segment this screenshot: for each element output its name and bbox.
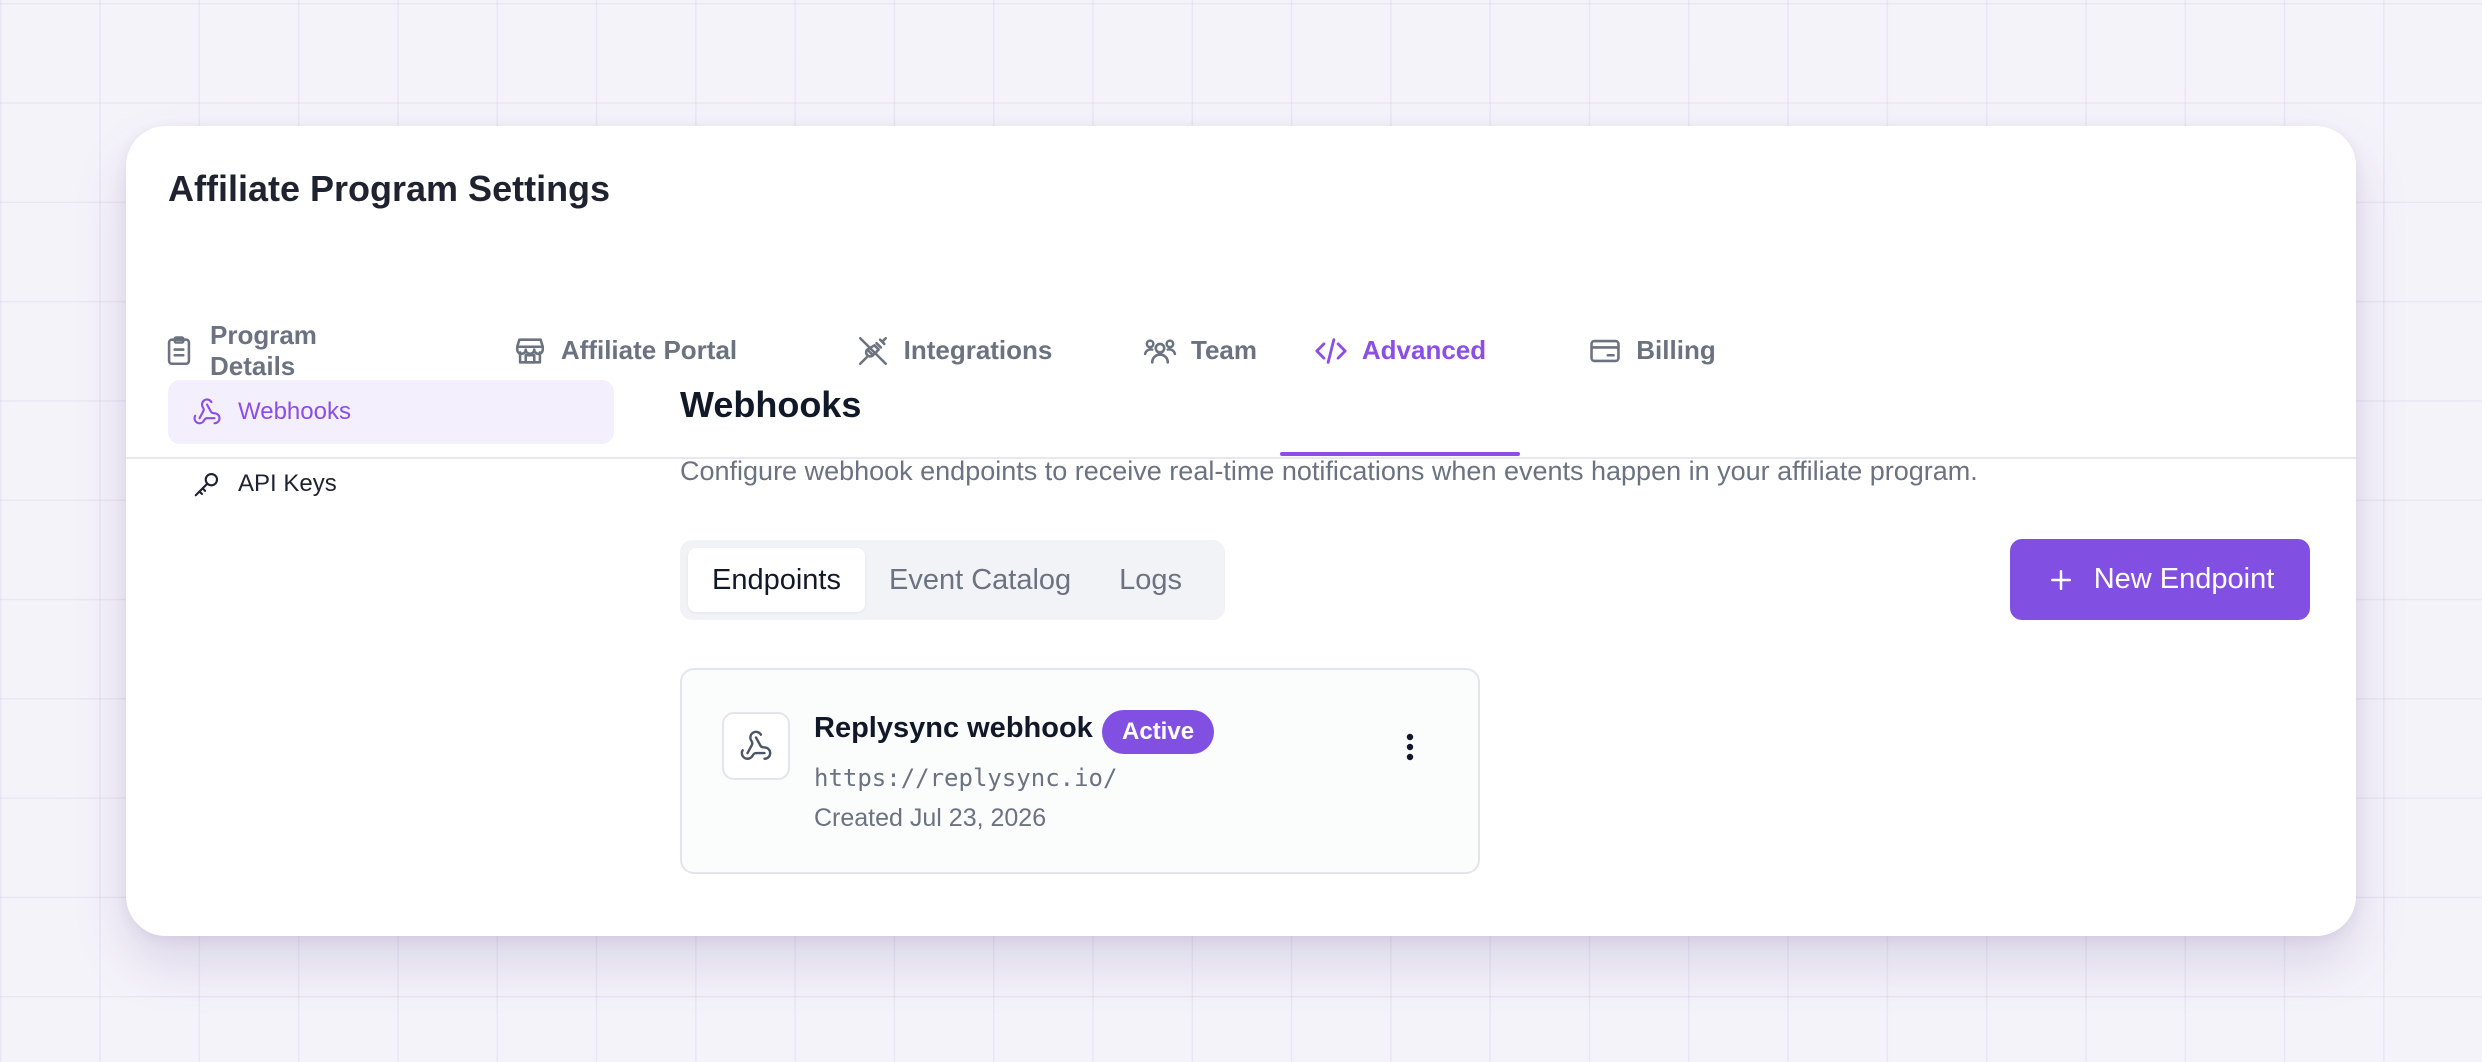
endpoint-card[interactable]: Replysync webhook Active https://replysy… (680, 668, 1480, 874)
key-icon (192, 469, 222, 499)
tab-label: Program Details (210, 319, 317, 381)
section-description: Configure webhook endpoints to receive r… (680, 456, 1978, 486)
tab-billing[interactable]: Billing (1558, 246, 1746, 455)
new-endpoint-label: New Endpoint (2093, 563, 2275, 595)
sidebar-item-label: Webhooks (238, 398, 351, 425)
tab-label: Billing (1636, 335, 1716, 365)
endpoint-icon-box (722, 712, 790, 780)
sidebar-item-webhooks[interactable]: Webhooks (168, 380, 614, 444)
plug-icon (856, 334, 890, 368)
webhook-icon (192, 397, 222, 427)
tab-advanced[interactable]: Advanced (1280, 246, 1520, 456)
more-options-button[interactable] (1390, 722, 1430, 772)
settings-card: Affiliate Program Settings Program Detai… (126, 126, 2356, 936)
clipboard-icon (162, 334, 196, 368)
new-endpoint-button[interactable]: New Endpoint (2010, 539, 2310, 620)
plus-icon (2046, 565, 2076, 595)
status-badge: Active (1102, 710, 1215, 754)
section-title: Webhooks (680, 384, 862, 425)
tab-label: Advanced (1361, 335, 1487, 365)
segment-logs[interactable]: Logs (1095, 548, 1206, 612)
sidebar-item-label: API Keys (238, 470, 337, 497)
endpoint-name: Replysync webhook (814, 712, 1093, 744)
credit-card-icon (1588, 334, 1622, 368)
tab-label: Integrations (903, 335, 1053, 365)
endpoint-url: https://replysync.io/ (814, 764, 1118, 792)
code-icon (1314, 334, 1348, 368)
users-icon (1143, 334, 1177, 368)
segment-endpoints[interactable]: Endpoints (688, 548, 865, 612)
segment-event-catalog[interactable]: Event Catalog (865, 548, 1095, 612)
sidebar-item-api-keys[interactable]: API Keys (168, 452, 614, 516)
tab-label: Affiliate Portal (560, 335, 738, 365)
storefront-icon (513, 334, 547, 368)
tab-team[interactable]: Team (1114, 246, 1286, 455)
webhook-view-switcher: Endpoints Event Catalog Logs (680, 540, 1225, 620)
endpoint-created-date: Created Jul 23, 2026 (814, 804, 1047, 832)
tab-label: Team (1191, 335, 1257, 365)
tab-integrations[interactable]: Integrations (832, 246, 1076, 455)
webhook-icon (740, 730, 772, 760)
more-vertical-icon (1406, 733, 1414, 761)
